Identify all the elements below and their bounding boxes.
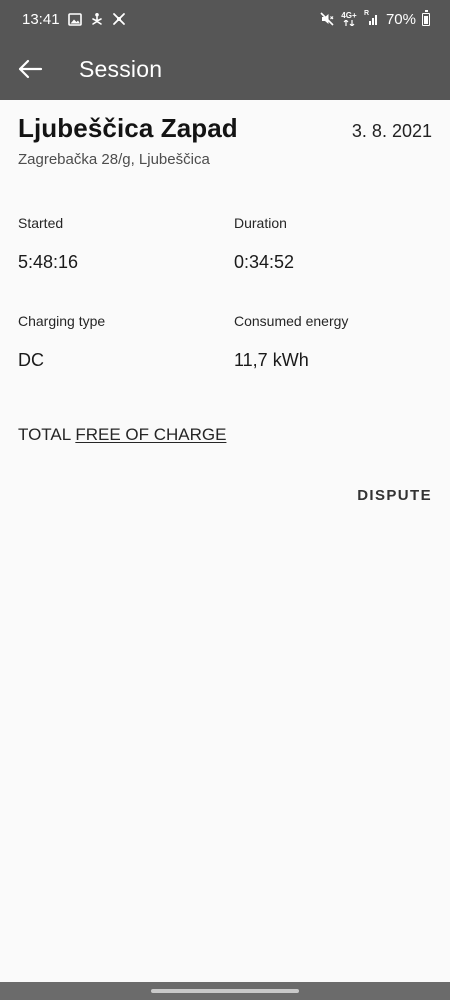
mute-icon — [320, 12, 334, 26]
charging-type-label: Charging type — [18, 313, 106, 329]
duration-stat: Duration 0:34:52 — [234, 215, 432, 313]
station-name: Ljubeščica Zapad — [18, 113, 238, 143]
energy-value: 11,7 kWh — [234, 350, 309, 370]
navigation-bar — [0, 982, 450, 1000]
status-time: 13:41 — [22, 10, 60, 28]
status-left: 13:41 — [22, 11, 126, 28]
total-row: TOTAL FREE OF CHARGE — [18, 425, 432, 445]
energy-stat: Consumed energy 11,7 kWh — [234, 313, 432, 411]
arrow-left-icon — [18, 59, 43, 79]
started-label: Started — [18, 215, 64, 231]
charging-type-value: DC — [18, 350, 44, 370]
energy-label: Consumed energy — [234, 313, 349, 329]
dispute-button[interactable]: DISPUTE — [357, 483, 432, 508]
session-stats: Started 5:48:16 Duration 0:34:52 Chargin… — [18, 215, 432, 411]
back-button[interactable] — [0, 38, 60, 100]
station-address: Zagrebačka 28/g, Ljubeščica — [18, 151, 210, 168]
yoga-icon — [90, 12, 104, 26]
started-stat: Started 5:48:16 — [18, 215, 234, 313]
home-handle[interactable] — [151, 989, 299, 993]
charging-type-stat: Charging type DC — [18, 313, 234, 411]
dispute-row: DISPUTE — [18, 483, 432, 508]
duration-value: 0:34:52 — [234, 252, 295, 272]
signal-icon: R — [364, 10, 380, 26]
app-icon — [112, 12, 126, 26]
image-icon — [67, 12, 82, 26]
network-4g-icon: 4G+ — [340, 12, 358, 26]
status-right: 4G+ R 70% — [320, 10, 430, 28]
duration-label: Duration — [234, 215, 287, 231]
status-bar: 13:41 4G+ R 70% — [0, 0, 450, 38]
battery-percent: 70% — [385, 10, 416, 28]
session-date: 3. 8. 2021 — [351, 121, 432, 141]
page-title: Session — [79, 55, 163, 82]
started-value: 5:48:16 — [18, 252, 79, 272]
battery-icon — [422, 10, 430, 26]
app-bar: Session — [0, 38, 450, 100]
session-header: Ljubeščica Zapad 3. 8. 2021 — [18, 113, 432, 144]
total-value: FREE OF CHARGE — [75, 425, 227, 444]
session-screen: 13:41 4G+ R 70% Session Ljubeščica Zapad… — [0, 0, 450, 1000]
session-details: Ljubeščica Zapad 3. 8. 2021 Zagrebačka 2… — [0, 100, 450, 508]
total-label: TOTAL — [18, 425, 71, 444]
